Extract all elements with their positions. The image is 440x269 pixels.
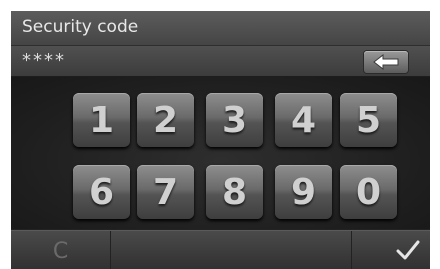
key-label: 6 (88, 171, 115, 213)
bottom-bar-spacer (111, 231, 352, 269)
checkmark-icon (396, 240, 420, 260)
confirm-button[interactable] (352, 231, 430, 269)
key-6[interactable]: 6 (73, 165, 130, 219)
key-label: 5 (355, 99, 382, 141)
key-label: 9 (290, 171, 317, 213)
key-label: 7 (152, 171, 179, 213)
key-3[interactable]: 3 (206, 93, 263, 147)
title-bar: Security code (11, 11, 430, 46)
key-label: 8 (221, 171, 248, 213)
key-label: 2 (152, 99, 179, 141)
key-label: 1 (88, 99, 115, 141)
key-9[interactable]: 9 (275, 165, 332, 219)
key-0[interactable]: 0 (340, 165, 397, 219)
key-label: 0 (355, 171, 382, 213)
clear-button[interactable]: C (11, 231, 111, 269)
key-7[interactable]: 7 (137, 165, 194, 219)
backspace-arrow-icon (373, 54, 399, 70)
key-2[interactable]: 2 (137, 93, 194, 147)
key-4[interactable]: 4 (275, 93, 332, 147)
key-label: 4 (290, 99, 317, 141)
key-5[interactable]: 5 (340, 93, 397, 147)
clear-label: C (52, 239, 69, 264)
keypad: 1 2 3 4 5 6 7 8 9 0 (11, 77, 430, 229)
code-entry-bar: **** (11, 46, 430, 77)
security-code-screen: Security code **** 1 2 3 4 5 6 7 8 9 0 C (11, 11, 430, 269)
backspace-button[interactable] (364, 51, 408, 73)
code-display: **** (22, 50, 66, 71)
bottom-bar: C (11, 230, 430, 269)
page-title: Security code (22, 17, 139, 37)
key-8[interactable]: 8 (206, 165, 263, 219)
key-1[interactable]: 1 (73, 93, 130, 147)
key-label: 3 (221, 99, 248, 141)
